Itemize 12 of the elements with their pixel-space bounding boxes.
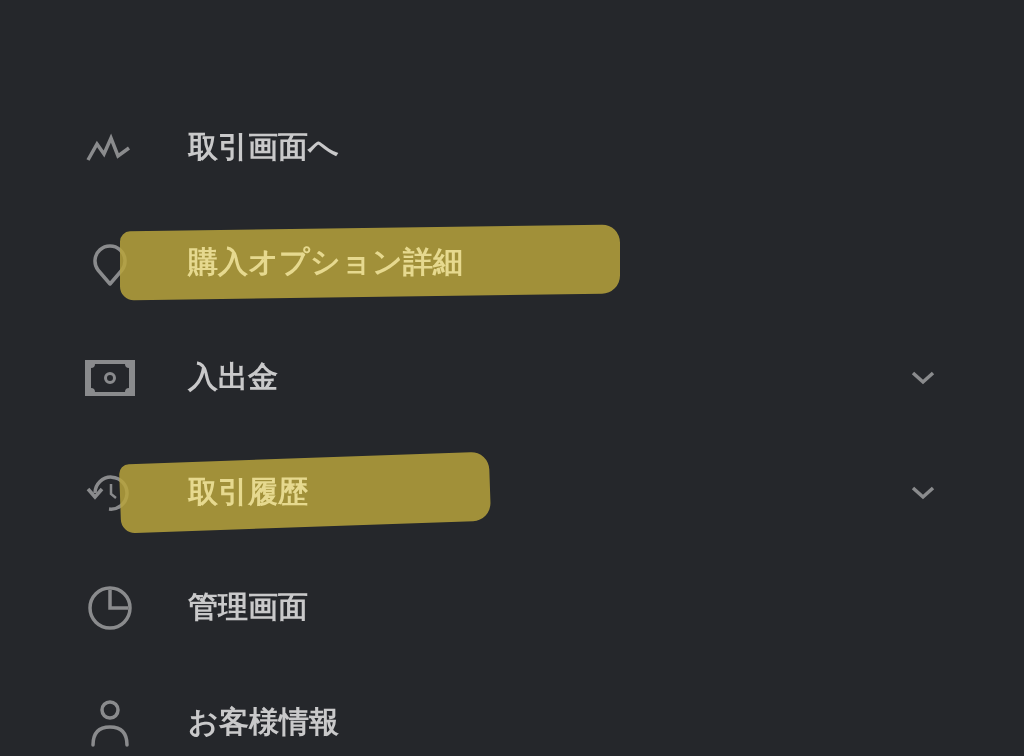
- menu-label: 入出金: [188, 358, 278, 396]
- banknote-icon: [85, 359, 135, 396]
- menu-item[interactable]: お客様情報: [0, 665, 1024, 756]
- menu-label: 管理画面: [188, 588, 308, 626]
- pie-chart-icon: [85, 583, 135, 632]
- menu-label: 取引履歴: [188, 473, 308, 511]
- menu-label: お客様情報: [188, 703, 339, 741]
- menu-item[interactable]: 入出金: [0, 320, 1024, 435]
- menu-label: 購入オプション詳細: [188, 243, 463, 281]
- menu-item[interactable]: 取引画面へ: [0, 90, 1024, 205]
- menu-label: 取引画面へ: [188, 128, 339, 166]
- menu-item[interactable]: 管理画面: [0, 550, 1024, 665]
